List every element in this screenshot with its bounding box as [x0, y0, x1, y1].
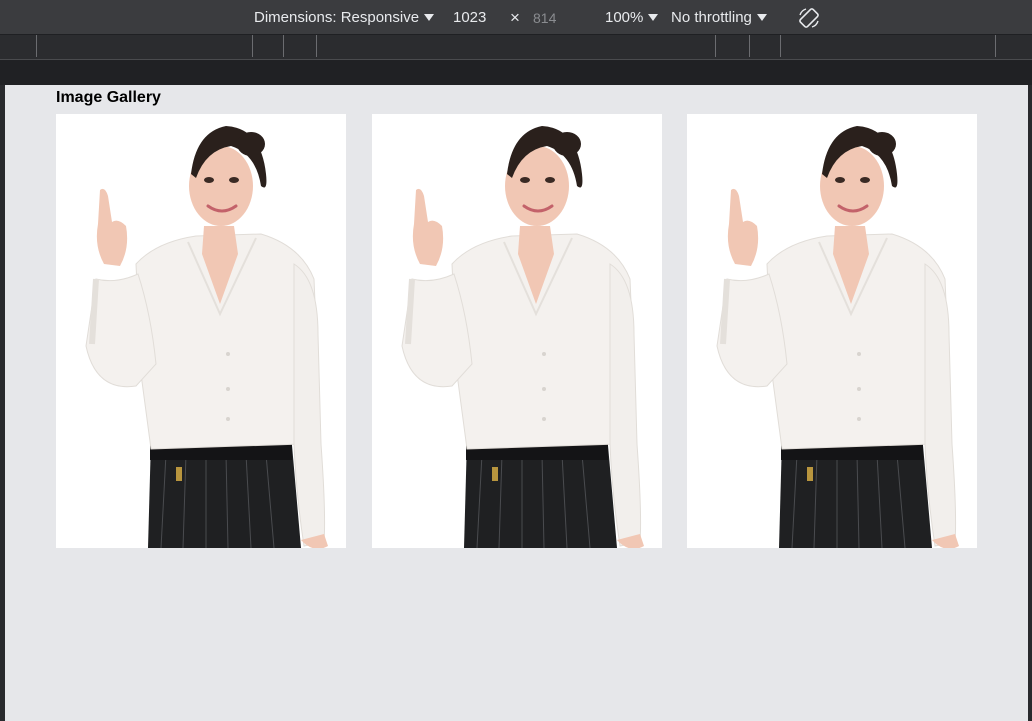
throttling-dropdown[interactable]: No throttling [671, 0, 767, 35]
dimensions-dropdown[interactable]: Dimensions: Responsive [254, 0, 435, 35]
ruler-tick [995, 35, 996, 57]
rotate-icon [799, 7, 819, 28]
zoom-dropdown[interactable]: 100% [605, 0, 659, 35]
woman-pointing-photo [85, 126, 328, 548]
woman-pointing-photo [716, 126, 959, 548]
ruler-tick [780, 35, 781, 57]
gallery-image-2[interactable] [372, 114, 662, 548]
ruler-tick [749, 35, 750, 57]
width-input[interactable]: 1023 [453, 0, 486, 35]
zoom-label: 100% [605, 9, 644, 26]
times-icon: × [510, 7, 520, 27]
chevron-down-icon [648, 14, 659, 21]
throttling-label: No throttling [671, 9, 752, 26]
ruler-tick [316, 35, 317, 57]
gallery-image-1[interactable] [56, 114, 346, 548]
dimensions-label: Dimensions: Responsive [254, 9, 420, 26]
height-input[interactable]: 814 [533, 0, 556, 35]
ruler-tick [252, 35, 253, 57]
woman-pointing-photo [401, 126, 644, 548]
device-toolbar: Dimensions: Responsive 1023 × 814 100% N… [0, 0, 1032, 35]
gallery-image-3[interactable] [687, 114, 977, 548]
rotate-button[interactable] [797, 0, 821, 35]
ruler-tick [715, 35, 716, 57]
page-title: Image Gallery [56, 89, 161, 106]
page-viewport: Image Gallery [5, 85, 1028, 721]
media-query-ruler[interactable] [0, 35, 1032, 60]
chevron-down-icon [424, 14, 435, 21]
ruler-tick [283, 35, 284, 57]
viewport-margin [0, 60, 1032, 85]
chevron-down-icon [756, 14, 767, 21]
ruler-tick [36, 35, 37, 57]
